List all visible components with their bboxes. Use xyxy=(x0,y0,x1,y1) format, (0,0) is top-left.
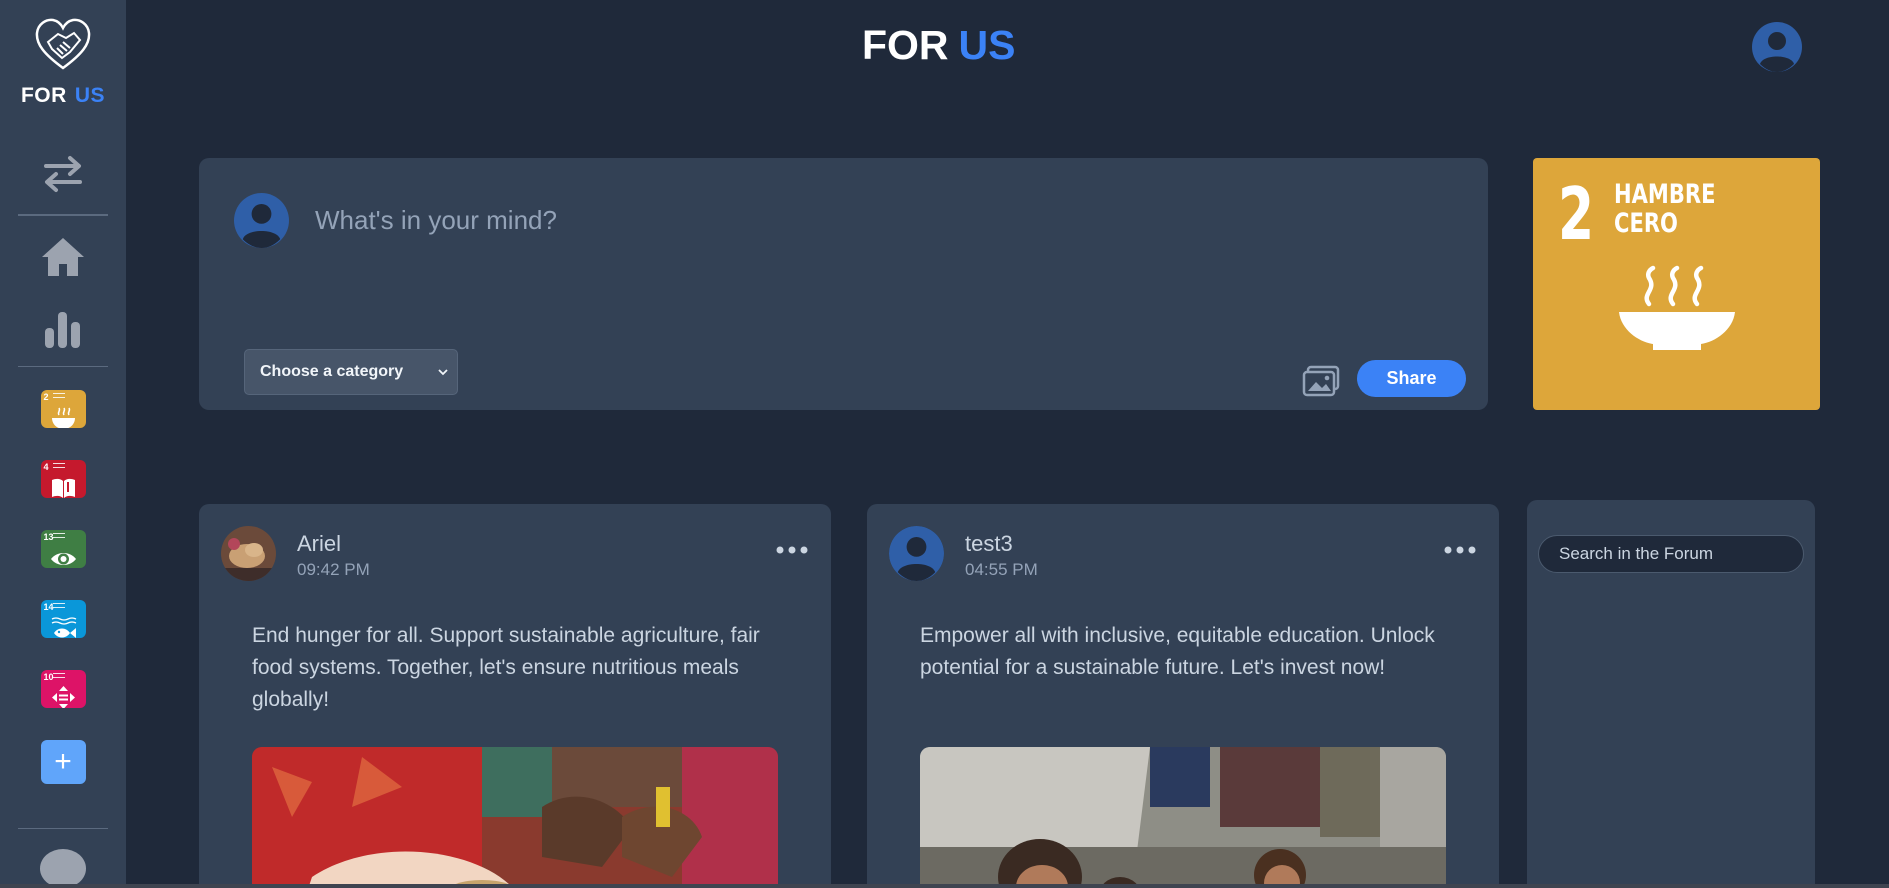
post-body-text: Empower all with inclusive, equitable ed… xyxy=(920,624,1435,679)
post-card: test3 04:55 PM Empower all with inclusiv… xyxy=(867,504,1499,888)
sdg-goal-title-line1: HAMBRE xyxy=(1614,179,1716,210)
stats-button[interactable] xyxy=(43,310,83,348)
post-image[interactable] xyxy=(252,747,778,888)
eye-globe-icon xyxy=(50,553,76,566)
more-options-icon[interactable] xyxy=(774,544,810,556)
post-composer: Choose a category Share xyxy=(199,158,1488,410)
user-avatar-icon[interactable] xyxy=(1752,22,1802,72)
add-category-button[interactable]: + xyxy=(40,739,86,784)
book-icon xyxy=(51,479,75,499)
sidebar-logo[interactable]: FOR US xyxy=(21,18,105,108)
equality-icon xyxy=(51,685,75,708)
composer-avatar-icon xyxy=(234,193,289,248)
sdg-tile-10[interactable]: 10 xyxy=(40,669,86,708)
post-timestamp: 04:55 PM xyxy=(965,560,1038,579)
sdg-tile-13[interactable]: 13 xyxy=(40,530,86,568)
chevron-down-icon xyxy=(438,369,448,376)
post-body-text: End hunger for all. Support sustainable … xyxy=(252,624,760,711)
sdg-goal-title-line2: CERO xyxy=(1614,208,1678,239)
sidebar-divider xyxy=(18,365,108,368)
sdg-tile-4[interactable]: 4 xyxy=(40,460,86,499)
bowl-icon xyxy=(51,407,75,429)
sidebar-profile-icon[interactable] xyxy=(40,849,86,888)
forum-search-input[interactable] xyxy=(1538,535,1804,573)
post-card: Ariel 09:42 PM End hunger for all. Suppo… xyxy=(199,504,831,888)
post-timestamp: 09:42 PM xyxy=(297,560,370,579)
share-button[interactable]: Share xyxy=(1357,360,1466,397)
swap-arrows-icon xyxy=(44,156,82,192)
logo-text-for: FOR xyxy=(20,84,67,107)
bar-chart-icon xyxy=(45,311,80,348)
sdg-tile-14[interactable]: 14 xyxy=(40,599,86,638)
category-select[interactable]: Choose a category xyxy=(244,349,458,395)
home-icon xyxy=(42,237,84,276)
sdg-tile-2[interactable]: 2 xyxy=(40,390,86,429)
post-author-avatar[interactable] xyxy=(889,526,944,581)
logo-text-us: US xyxy=(74,84,105,107)
sidebar: FOR US 2 4 13 14 10 + xyxy=(0,0,126,888)
post-author-avatar[interactable] xyxy=(221,526,276,581)
bowl-icon xyxy=(1619,265,1735,350)
page-title: FOR US xyxy=(862,22,1016,69)
window-bottom-edge xyxy=(0,884,1889,888)
switch-button[interactable] xyxy=(42,154,84,194)
sdg-goal-number: 2 xyxy=(1558,172,1595,256)
post-author-name[interactable]: Ariel xyxy=(297,531,341,557)
post-text-input[interactable] xyxy=(315,200,1415,240)
title-for: FOR xyxy=(862,22,949,68)
sidebar-divider xyxy=(18,214,108,216)
sdg-goal-card[interactable]: 2 HAMBRE CERO xyxy=(1533,158,1820,410)
post-author-name[interactable]: test3 xyxy=(965,531,1013,557)
fish-icon xyxy=(51,617,76,638)
title-us: US xyxy=(958,22,1016,68)
sidebar-divider xyxy=(18,827,108,830)
forum-panel xyxy=(1527,500,1815,888)
handshake-heart-icon xyxy=(35,18,91,70)
post-image[interactable] xyxy=(920,747,1446,888)
home-button[interactable] xyxy=(40,236,86,278)
more-options-icon[interactable] xyxy=(1442,544,1478,556)
sdg-goal-title: HAMBRE CERO xyxy=(1614,180,1754,238)
image-upload-icon[interactable] xyxy=(1302,365,1340,397)
category-select-label: Choose a category xyxy=(260,363,404,380)
